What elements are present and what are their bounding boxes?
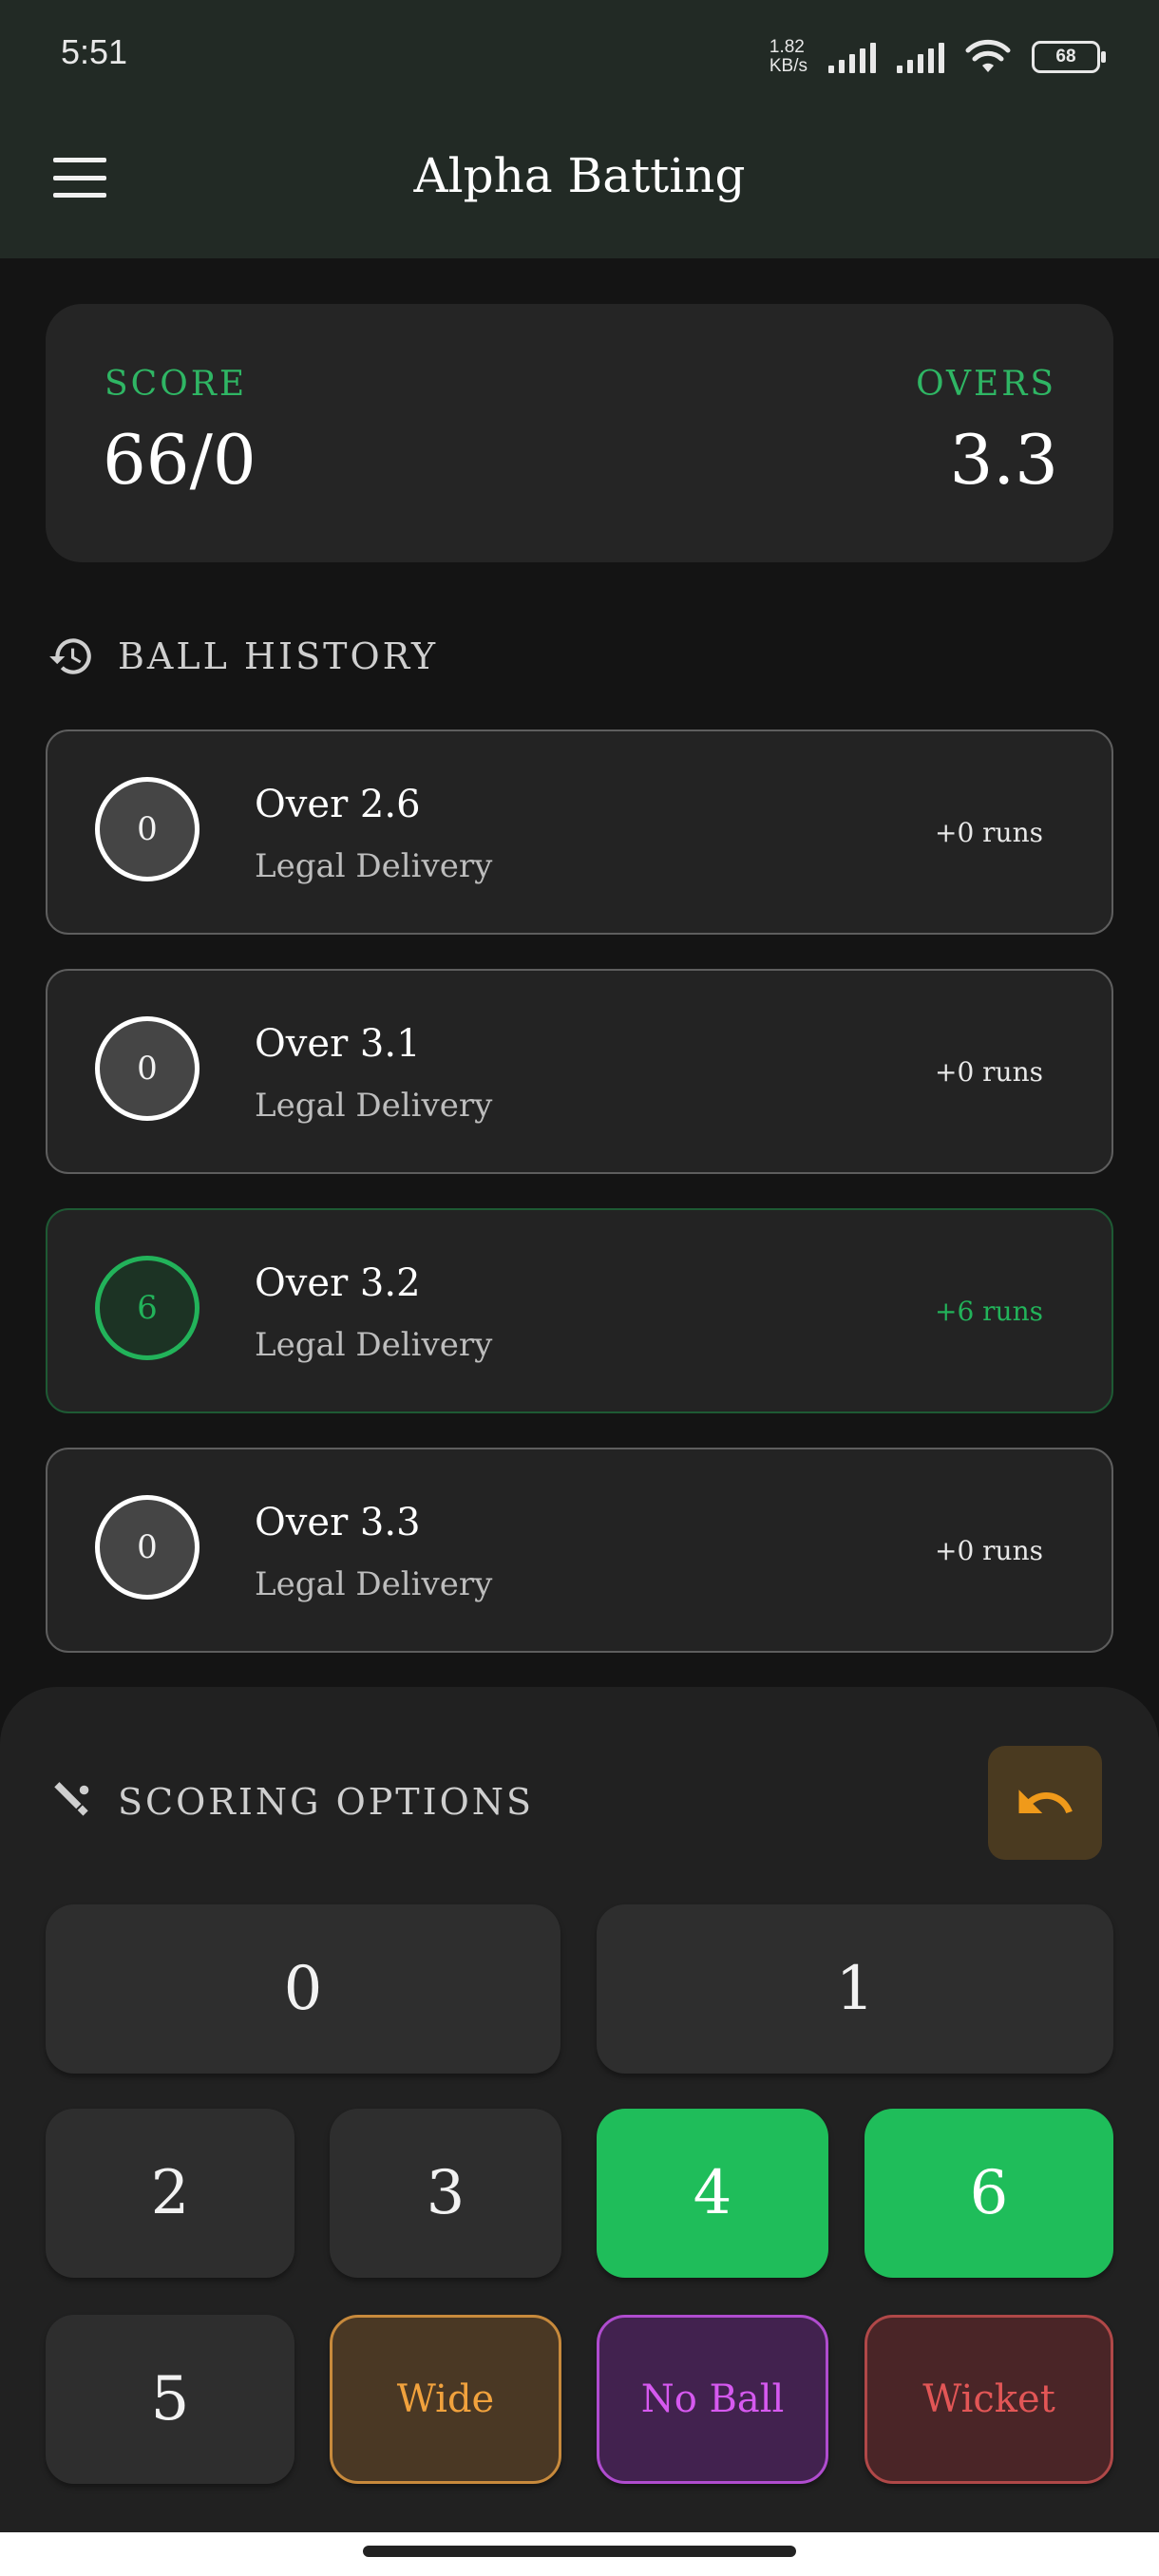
scoring-options-title: SCORING OPTIONS: [118, 1781, 535, 1823]
home-indicator[interactable]: [363, 2546, 796, 2557]
scoring-panel: SCORING OPTIONS 0 1 2 3 4 6 5 Wide No Ba…: [0, 1687, 1159, 2532]
network-speed-unit: KB/s: [769, 56, 808, 76]
ball-over: Over 3.1: [255, 1022, 421, 1066]
battery-icon: 68: [1032, 41, 1106, 73]
ball-type: Legal Delivery: [255, 1326, 493, 1364]
app-bar: Alpha Batting: [0, 104, 1159, 258]
ball-history-item[interactable]: 0 Over 2.6 Legal Delivery +0 runs: [46, 729, 1113, 935]
ball-runs-badge: 0: [95, 777, 200, 881]
battery-level: 68: [1055, 47, 1076, 66]
status-icons: 1.82 KB/s 68: [770, 34, 1106, 80]
run-6-button[interactable]: 6: [864, 2109, 1113, 2278]
score-value: 66/0: [103, 420, 256, 500]
ball-type: Legal Delivery: [255, 847, 493, 885]
history-icon: [49, 638, 91, 674]
ball-over: Over 3.3: [255, 1501, 421, 1544]
run-1-button[interactable]: 1: [597, 1904, 1113, 2074]
ball-over: Over 3.2: [255, 1261, 421, 1305]
no-ball-button[interactable]: No Ball: [597, 2315, 828, 2484]
ball-history-item[interactable]: 6 Over 3.2 Legal Delivery +6 runs: [46, 1208, 1113, 1413]
ball-history-title: BALL HISTORY: [118, 635, 439, 677]
undo-icon: [1018, 1790, 1073, 1813]
status-bar: 5:51 1.82 KB/s 68: [0, 0, 1159, 104]
page-title: Alpha Batting: [413, 148, 746, 203]
ball-runs-text: +0 runs: [935, 1535, 1043, 1566]
score-card: SCORE 66/0 OVERS 3.3: [46, 304, 1113, 562]
ball-history-header: BALL HISTORY: [48, 633, 438, 680]
network-speed: 1.82 KB/s: [770, 38, 808, 76]
wifi-icon: [965, 39, 1011, 72]
ball-type: Legal Delivery: [255, 1087, 493, 1125]
run-3-button[interactable]: 3: [330, 2109, 561, 2278]
signal-icon-2: [897, 41, 944, 73]
wide-button[interactable]: Wide: [330, 2315, 561, 2484]
ball-runs-text: +6 runs: [935, 1296, 1043, 1327]
run-5-button[interactable]: 5: [46, 2315, 294, 2484]
ball-runs-badge: 0: [95, 1495, 200, 1600]
network-speed-value: 1.82: [769, 37, 805, 57]
ball-runs-badge: 0: [95, 1016, 200, 1121]
ball-type: Legal Delivery: [255, 1565, 493, 1603]
navigation-bar: [0, 2532, 1159, 2576]
scoring-options-header: SCORING OPTIONS: [48, 1778, 534, 1826]
ball-runs-text: +0 runs: [935, 1056, 1043, 1088]
score-label: SCORE: [104, 365, 248, 404]
undo-button[interactable]: [988, 1746, 1102, 1860]
overs-label: OVERS: [916, 365, 1056, 404]
run-2-button[interactable]: 2: [46, 2109, 294, 2278]
ball-over: Over 2.6: [255, 783, 421, 826]
status-time: 5:51: [61, 32, 128, 71]
run-4-button[interactable]: 4: [597, 2109, 828, 2278]
ball-runs-text: +0 runs: [935, 817, 1043, 848]
ball-history-item[interactable]: 0 Over 3.3 Legal Delivery +0 runs: [46, 1448, 1113, 1653]
signal-icon: [828, 41, 876, 73]
ball-history-list: 0 Over 2.6 Legal Delivery +0 runs 0 Over…: [46, 729, 1113, 1687]
overs-value: 3.3: [949, 420, 1058, 500]
cricket-bat-icon: [54, 1782, 89, 1816]
ball-history-item[interactable]: 0 Over 3.1 Legal Delivery +0 runs: [46, 969, 1113, 1174]
run-0-button[interactable]: 0: [46, 1904, 560, 2074]
ball-runs-badge: 6: [95, 1256, 200, 1360]
wicket-button[interactable]: Wicket: [864, 2315, 1113, 2484]
